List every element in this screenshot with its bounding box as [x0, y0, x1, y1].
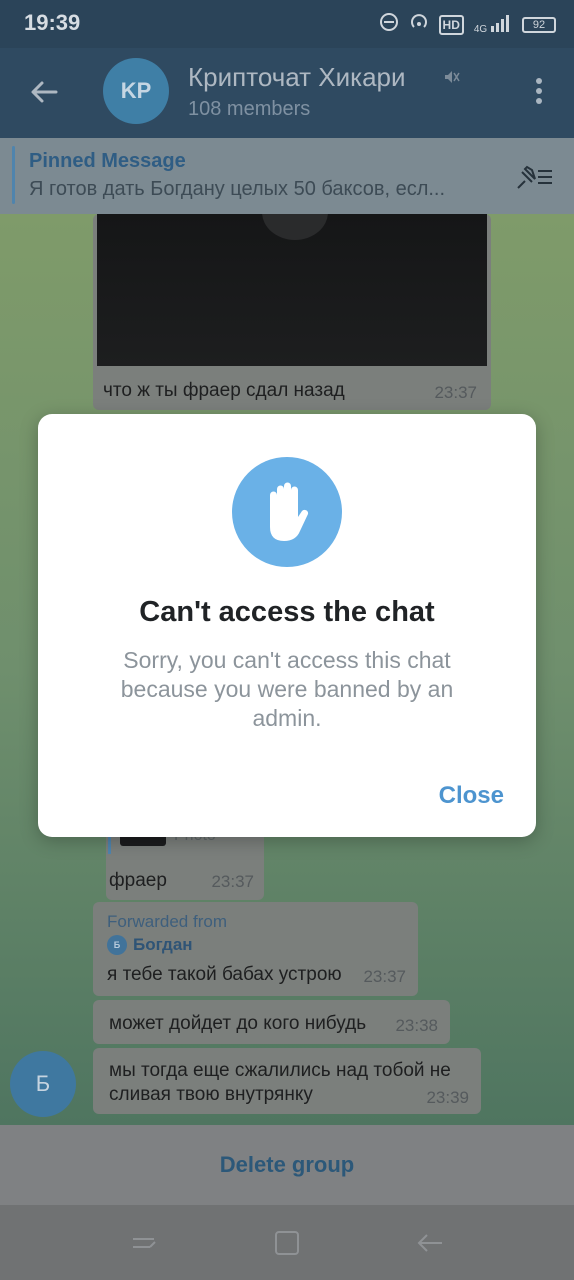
group-avatar[interactable]: KP: [103, 58, 169, 124]
forwarded-label: Forwarded from: [107, 912, 227, 931]
forwarded-from[interactable]: Б Богдан: [107, 935, 193, 955]
back-arrow-icon[interactable]: [26, 74, 62, 110]
media-close-icon: [262, 214, 328, 240]
hd-badge: HD: [438, 14, 464, 35]
more-menu-icon[interactable]: [536, 78, 544, 108]
members-count: 108 members: [188, 98, 311, 120]
access-denied-dialog: Can't access the chat Sorry, you can't a…: [38, 414, 536, 837]
message-text: фраер: [109, 870, 167, 891]
pin-list-icon[interactable]: [514, 162, 556, 192]
message-text-line2: сливая твою внутрянку: [109, 1084, 313, 1105]
status-bar: 19:39 HD 4G 92: [0, 0, 574, 48]
pinned-indicator: [12, 146, 15, 204]
message-media[interactable]: [97, 214, 487, 366]
status-time: 19:39: [24, 10, 81, 35]
network-type: 4G: [473, 24, 488, 35]
message-bubble[interactable]: мы тогда еще сжалились над тобой не слив…: [93, 1048, 481, 1114]
message-time: 23:39: [426, 1088, 469, 1107]
forwarded-name: Богдан: [133, 935, 193, 954]
message-time: 23:37: [434, 383, 477, 402]
system-nav-bar: [0, 1205, 574, 1280]
chat-title[interactable]: Крипточат Хикари: [188, 62, 406, 93]
pinned-message-bar[interactable]: Pinned Message Я готов дать Богдану целы…: [0, 138, 574, 214]
recents-icon[interactable]: [128, 1227, 160, 1259]
message-time: 23:37: [211, 872, 254, 891]
home-icon[interactable]: [271, 1227, 303, 1259]
pinned-text: Я готов дать Богдану целых 50 баксов, ес…: [29, 178, 446, 200]
dialog-title: Can't access the chat: [139, 596, 435, 628]
sender-avatar[interactable]: Б: [10, 1051, 76, 1117]
message-text: может дойдет до кого нибудь: [109, 1013, 367, 1034]
message-bubble[interactable]: что ж ты фраер сдал назад 23:37: [93, 214, 491, 410]
message-time: 23:38: [395, 1016, 438, 1035]
chat-header: KP Крипточат Хикари 108 members: [0, 48, 574, 138]
status-icons: HD 4G 92: [379, 12, 556, 37]
delete-group-button[interactable]: Delete group: [0, 1125, 574, 1205]
message-bubble[interactable]: может дойдет до кого нибудь 23:38: [93, 1000, 450, 1044]
battery-icon: 92: [522, 16, 556, 33]
dnd-icon: [379, 12, 399, 37]
forwarded-avatar: Б: [107, 935, 127, 955]
message-text: я тебе такой бабах устрою: [107, 964, 342, 985]
muted-icon: [442, 68, 460, 91]
message-time: 23:37: [363, 967, 406, 986]
raised-hand-icon: [232, 457, 342, 567]
pinned-title: Pinned Message: [29, 150, 186, 172]
message-text: что ж ты фраер сдал назад: [103, 380, 345, 401]
signal-icon: 4G: [474, 14, 512, 35]
dialog-message: Sorry, you can't access this chat becaus…: [120, 647, 454, 731]
hotspot-icon: [409, 12, 429, 37]
message-text-line1: мы тогда еще сжалились над тобой не: [109, 1060, 451, 1081]
back-nav-icon[interactable]: [414, 1227, 446, 1259]
message-bubble[interactable]: Forwarded from Б Богдан я тебе такой баб…: [93, 902, 418, 996]
close-button[interactable]: Close: [439, 782, 504, 810]
bottom-action-bar: Delete group: [0, 1125, 574, 1205]
